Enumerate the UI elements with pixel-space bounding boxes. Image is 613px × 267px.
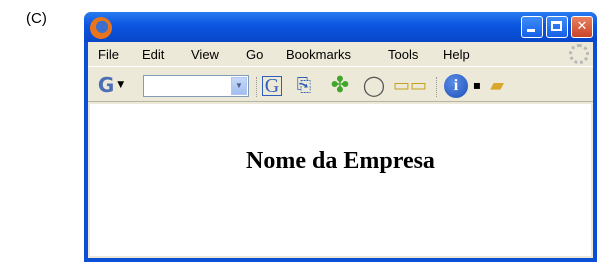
dropdown-dash-icon: ▪ [472,78,482,92]
info-icon[interactable]: i [444,74,468,98]
folder-icon[interactable]: ▰ [484,73,510,97]
minimize-button[interactable] [521,16,543,38]
close-button[interactable]: ✕ [571,16,593,38]
search-dropdown-button[interactable]: ▼ [231,77,247,95]
toolbar-separator [436,77,439,97]
figure-label: (C) [26,10,47,27]
menu-bar: File Edit View Go Bookmarks Tools Help [88,42,593,66]
clover-icon[interactable]: ✤ [328,73,352,98]
title-bar[interactable]: ✕ [84,12,597,42]
close-icon: ✕ [576,19,588,34]
window-body: File Edit View Go Bookmarks Tools Help G… [88,42,593,258]
menu-view[interactable]: View [191,47,219,62]
firefox-icon [90,17,112,39]
speech-bubble-icon[interactable]: ◯ [362,73,386,97]
menu-bookmarks[interactable]: Bookmarks [286,47,351,62]
menu-help[interactable]: Help [443,47,470,62]
page-content: Nome da Empresa [90,104,591,256]
chevron-down-icon: ▼ [117,80,125,90]
search-engine-icon: G [97,73,115,97]
menu-tools[interactable]: Tools [388,47,418,62]
throbber-icon [569,44,589,64]
company-name: Nome da Empresa [246,148,435,174]
page-icon[interactable]: ⎘ [292,73,316,97]
maximize-icon [551,21,562,31]
menu-edit[interactable]: Edit [142,47,164,62]
menu-go[interactable]: Go [246,47,263,62]
search-input[interactable]: ▼ [143,75,249,97]
google-icon[interactable]: G [262,76,282,96]
minimize-icon [527,29,535,32]
browser-window: ✕ File Edit View Go Bookmarks Tools Help… [84,12,597,262]
book-icon[interactable]: ▭▭ [393,73,427,97]
search-engine-selector[interactable]: G ▼ [94,73,128,97]
menu-file[interactable]: File [98,47,119,62]
toolbar-separator [256,77,259,97]
chevron-down-icon: ▼ [235,81,243,90]
maximize-button[interactable] [546,16,568,38]
toolbar: G ▼ ▼ G ⎘ ✤ ◯ ▭▭ i ▪ ▰ [88,66,593,102]
